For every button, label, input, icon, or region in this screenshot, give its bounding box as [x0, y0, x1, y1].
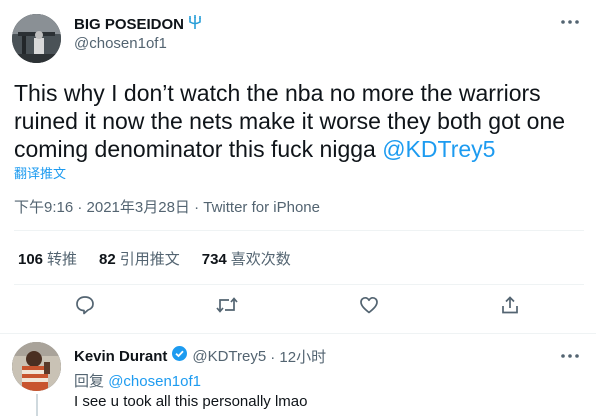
quotes-label: 引用推文	[119, 251, 180, 268]
like-button[interactable]	[354, 292, 384, 322]
tweet-text: This why I don’t watch the nba no more t…	[14, 79, 584, 163]
retweets-count: 106	[18, 251, 44, 268]
author-name[interactable]: BIG POSEIDON	[74, 16, 184, 33]
reply-header: Kevin Durant @KDTrey5 · 12小时	[74, 345, 326, 367]
likes-count: 734	[201, 251, 227, 268]
reply-button[interactable]	[70, 292, 100, 322]
author-handle[interactable]: @chosen1of1	[74, 35, 167, 52]
reply-author-avatar[interactable]	[12, 342, 61, 391]
translate-tweet-link[interactable]: 翻译推文	[14, 163, 66, 182]
retweet-button[interactable]	[212, 292, 242, 322]
verified-badge-icon	[171, 345, 188, 367]
reply-bubble-icon	[74, 294, 96, 321]
divider-top	[14, 230, 584, 231]
replying-prefix: 回复	[74, 373, 105, 390]
reply-time[interactable]: · 12小时	[270, 346, 326, 367]
share-icon	[499, 294, 521, 321]
likes-label: 喜欢次数	[230, 251, 291, 268]
reply-text: I see u took all this personally lmao	[74, 393, 308, 410]
author-name-row: BIG POSEIDON	[74, 14, 203, 34]
reply-author-name[interactable]: Kevin Durant	[74, 348, 167, 365]
tweet-stats: 106 转推 82 引用推文 734 喜欢次数	[18, 248, 291, 269]
retweets-label: 转推	[47, 251, 78, 268]
replying-to: 回复 @chosen1of1	[74, 370, 201, 391]
author-avatar[interactable]	[12, 14, 61, 63]
share-button[interactable]	[495, 292, 525, 322]
replying-to-link[interactable]: @chosen1of1	[108, 373, 201, 390]
tweet-timestamp[interactable]: 下午9:16 · 2021年3月28日 · Twitter for iPhone	[14, 196, 320, 217]
quotes-stat[interactable]: 82 引用推文	[99, 248, 180, 269]
trident-emoji-icon	[187, 14, 203, 34]
likes-stat[interactable]: 734 喜欢次数	[202, 248, 291, 269]
retweets-stat[interactable]: 106 转推	[18, 248, 77, 269]
more-horizontal-icon[interactable]	[560, 13, 580, 31]
retweet-icon	[215, 294, 239, 321]
heart-icon	[358, 294, 380, 321]
reply-author-handle[interactable]: @KDTrey5	[192, 348, 266, 365]
reply-more-icon[interactable]	[560, 347, 580, 365]
divider-middle	[14, 284, 584, 285]
tweet-mention-link[interactable]: @KDTrey5	[382, 136, 495, 162]
thread-line	[36, 394, 38, 416]
quotes-count: 82	[99, 251, 116, 268]
divider-bottom	[0, 333, 596, 334]
